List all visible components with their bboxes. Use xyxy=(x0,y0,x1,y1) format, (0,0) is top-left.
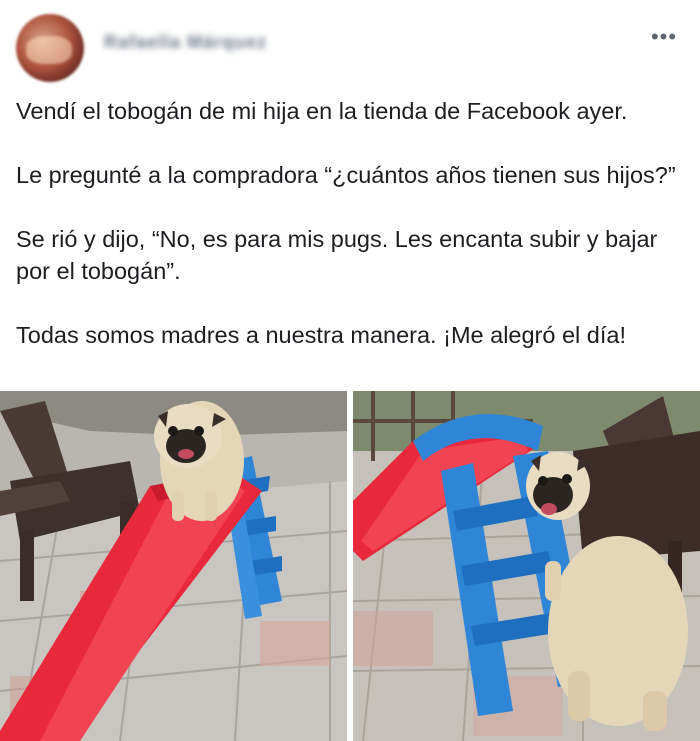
post-text: Vendí el tobogán de mi hija en la tienda… xyxy=(16,95,692,383)
pug-next-to-slide-photo[interactable] xyxy=(353,391,700,741)
post-paragraph: Se rió y dijo, “No, es para mis pugs. Le… xyxy=(16,226,658,284)
post-photos xyxy=(0,391,700,741)
post-paragraph: Le pregunté a la compradora “¿cuántos añ… xyxy=(16,162,676,188)
post-header: Rafaella Márquez ••• xyxy=(0,0,700,90)
pug-on-slide-photo[interactable] xyxy=(0,391,347,741)
facebook-post: Rafaella Márquez ••• Vendí el tobogán de… xyxy=(0,0,700,741)
more-options-button[interactable]: ••• xyxy=(644,26,684,48)
avatar[interactable] xyxy=(16,14,84,82)
pug-on-slide-image xyxy=(0,391,347,741)
post-paragraph: Todas somos madres a nuestra manera. ¡Me… xyxy=(16,322,626,348)
author-name[interactable]: Rafaella Márquez xyxy=(104,32,267,53)
pug-next-to-slide-image xyxy=(353,391,700,741)
ellipsis-icon: ••• xyxy=(650,24,678,49)
post-paragraph: Vendí el tobogán de mi hija en la tienda… xyxy=(16,98,628,124)
